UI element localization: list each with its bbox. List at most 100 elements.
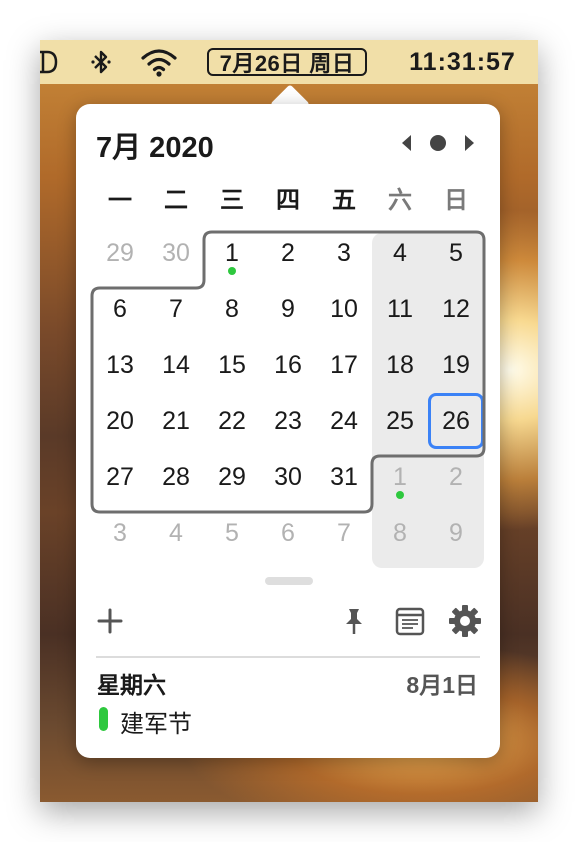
chevron-left-icon[interactable] — [396, 131, 416, 155]
day-cell[interactable]: 8 — [372, 505, 428, 561]
day-cell[interactable]: 4 — [372, 225, 428, 281]
day-number: 12 — [442, 294, 470, 323]
wifi-icon[interactable] — [138, 40, 180, 84]
day-number: 6 — [113, 294, 127, 323]
day-number: 1 — [393, 462, 407, 491]
day-cell[interactable]: 21 — [148, 393, 204, 449]
bluetooth-icon[interactable] — [86, 40, 116, 84]
weekday-label: 四 — [276, 187, 300, 214]
day-number: 15 — [218, 350, 246, 379]
day-number: 22 — [218, 406, 246, 435]
day-cell[interactable]: 1 — [372, 449, 428, 505]
menu-bar: 7月26日 周日 11:31:57 — [40, 40, 538, 84]
day-number: 18 — [386, 350, 414, 379]
day-number: 7 — [169, 294, 183, 323]
app-icon-partial[interactable] — [40, 40, 64, 84]
day-number: 11 — [387, 294, 413, 323]
day-cell[interactable]: 14 — [148, 337, 204, 393]
day-cell-today[interactable]: 26 — [428, 393, 484, 449]
day-number: 9 — [449, 518, 463, 547]
day-cell[interactable]: 25 — [372, 393, 428, 449]
day-cell[interactable]: 11 — [372, 281, 428, 337]
day-cell[interactable]: 9 — [260, 281, 316, 337]
event-color-bar — [99, 707, 108, 731]
event-day-name: 星期六 — [97, 672, 166, 698]
day-number: 19 — [442, 350, 470, 379]
day-number: 25 — [386, 406, 414, 435]
pin-icon[interactable] — [337, 604, 371, 638]
day-cell[interactable]: 15 — [204, 337, 260, 393]
day-cell[interactable]: 4 — [148, 505, 204, 561]
weekday-label: 三 — [220, 187, 244, 214]
day-cell[interactable]: 17 — [316, 337, 372, 393]
day-number: 23 — [274, 406, 302, 435]
day-number: 5 — [449, 238, 463, 267]
day-number: 3 — [337, 238, 351, 267]
divider — [96, 656, 480, 658]
day-cell[interactable]: 3 — [92, 505, 148, 561]
weekday-label: 六 — [388, 187, 412, 214]
day-cell[interactable]: 24 — [316, 393, 372, 449]
day-cell[interactable]: 6 — [92, 281, 148, 337]
day-cell[interactable]: 2 — [428, 449, 484, 505]
day-cell[interactable]: 30 — [148, 225, 204, 281]
day-number: 17 — [330, 350, 358, 379]
day-cell[interactable]: 12 — [428, 281, 484, 337]
day-cell[interactable]: 7 — [316, 505, 372, 561]
day-number: 5 — [225, 518, 239, 547]
day-number: 2 — [281, 238, 295, 267]
weekday-label: 五 — [332, 187, 356, 214]
day-number: 26 — [442, 406, 470, 435]
day-cell[interactable]: 23 — [260, 393, 316, 449]
day-number: 30 — [274, 462, 302, 491]
day-number: 16 — [274, 350, 302, 379]
day-number: 31 — [330, 462, 358, 491]
day-number: 8 — [393, 518, 407, 547]
chevron-right-icon[interactable] — [460, 131, 480, 155]
day-cell[interactable]: 1 — [204, 225, 260, 281]
day-cell[interactable]: 28 — [148, 449, 204, 505]
day-cell[interactable]: 7 — [148, 281, 204, 337]
event-title[interactable]: 建军节 — [120, 704, 192, 739]
day-cell[interactable]: 30 — [260, 449, 316, 505]
notes-icon[interactable] — [393, 604, 427, 638]
day-cell[interactable]: 22 — [204, 393, 260, 449]
day-cell[interactable]: 31 — [316, 449, 372, 505]
day-cell[interactable]: 29 — [92, 225, 148, 281]
event-dot — [396, 491, 404, 499]
day-cell[interactable]: 16 — [260, 337, 316, 393]
day-cell[interactable]: 6 — [260, 505, 316, 561]
day-cell[interactable]: 3 — [316, 225, 372, 281]
day-number: 29 — [218, 462, 246, 491]
drag-handle[interactable] — [265, 577, 313, 585]
day-cell[interactable]: 10 — [316, 281, 372, 337]
day-cell[interactable]: 29 — [204, 449, 260, 505]
day-cell[interactable]: 18 — [372, 337, 428, 393]
add-icon[interactable] — [93, 604, 127, 638]
gear-icon[interactable] — [448, 604, 482, 638]
day-number: 20 — [106, 406, 134, 435]
weekday-label: 二 — [164, 187, 188, 214]
day-cell[interactable]: 20 — [92, 393, 148, 449]
day-cell[interactable]: 5 — [428, 225, 484, 281]
day-number: 1 — [225, 238, 239, 267]
menubar-date-button[interactable]: 7月26日 周日 — [207, 48, 367, 76]
day-cell[interactable]: 9 — [428, 505, 484, 561]
day-number: 2 — [449, 462, 463, 491]
day-number: 6 — [281, 518, 295, 547]
event-date: 8月1日 — [406, 672, 478, 698]
day-cell[interactable]: 8 — [204, 281, 260, 337]
day-number: 27 — [106, 462, 134, 491]
day-cell[interactable]: 2 — [260, 225, 316, 281]
day-number: 14 — [162, 350, 190, 379]
day-cell[interactable]: 27 — [92, 449, 148, 505]
month-title: 7月 2020 — [96, 132, 214, 164]
day-cell[interactable]: 13 — [92, 337, 148, 393]
day-cell[interactable]: 19 — [428, 337, 484, 393]
menubar-clock[interactable]: 11:31:57 — [395, 40, 530, 84]
day-cell[interactable]: 5 — [204, 505, 260, 561]
day-number: 21 — [162, 406, 190, 435]
day-number: 4 — [393, 238, 407, 267]
today-dot-icon[interactable] — [426, 131, 450, 155]
day-number: 13 — [106, 350, 134, 379]
